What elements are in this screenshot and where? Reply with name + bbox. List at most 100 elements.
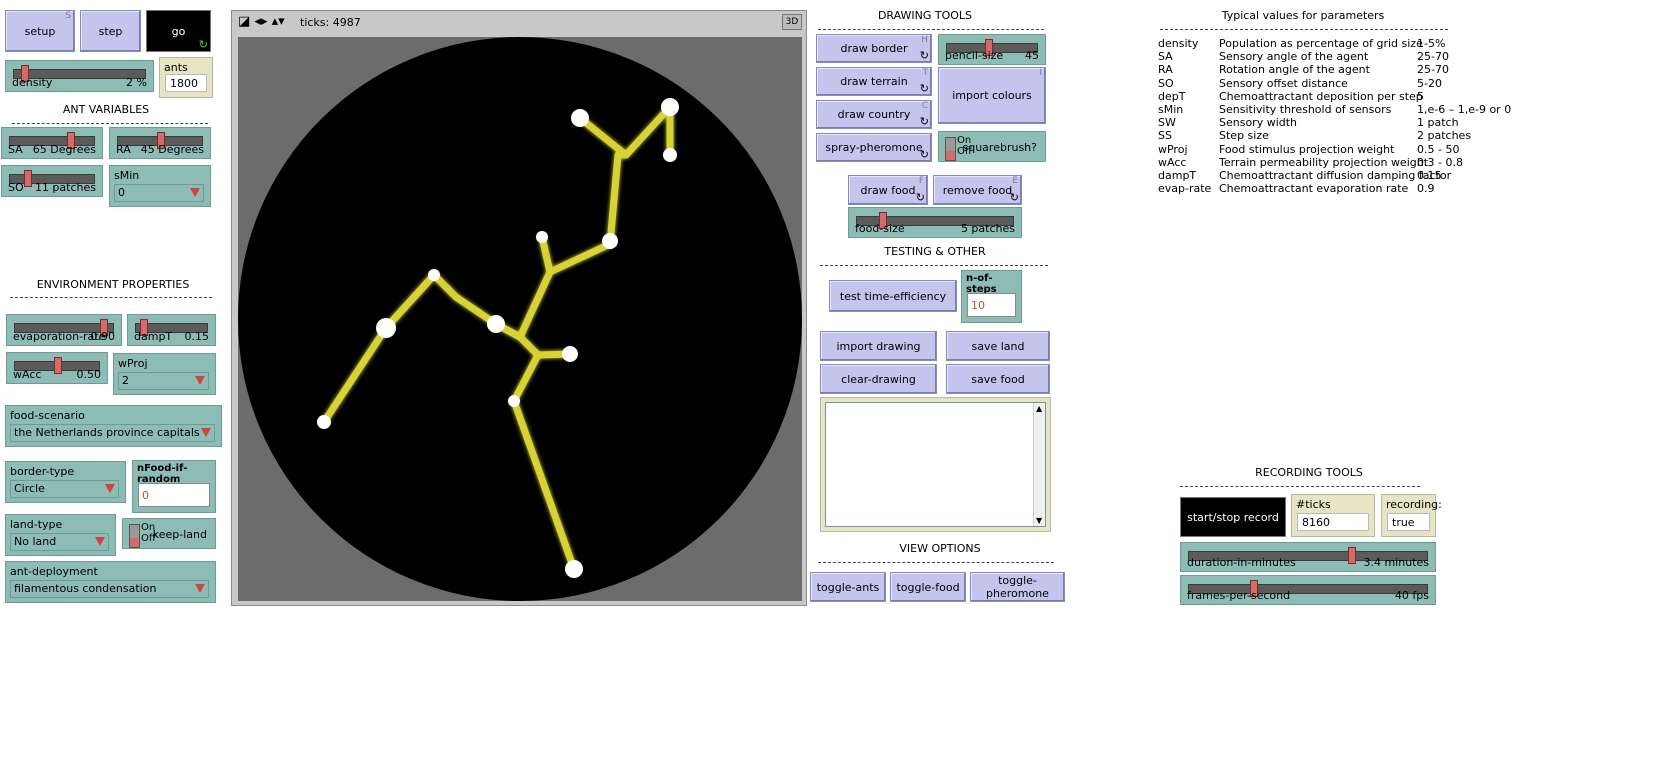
import-drawing-button[interactable]: import drawing [820, 331, 937, 361]
food-scenario-chooser[interactable]: food-scenario the Netherlands province c… [5, 405, 222, 447]
draw-border-button[interactable]: draw border H ↻ [816, 34, 932, 63]
parameter-name: SO [1158, 76, 1174, 90]
parameter-typical-value: 2 patches [1417, 129, 1472, 143]
parameter-name: dampT [1158, 168, 1197, 182]
chooser-value-box[interactable]: 2 [118, 372, 209, 390]
toggle-pheromone-button[interactable]: toggle-pheromone [970, 572, 1065, 602]
ant-deployment-chooser[interactable]: ant-deployment filamentous condensation [5, 561, 216, 603]
monitor-name: ants [164, 61, 188, 74]
parameter-description: Chemoattractant deposition per step [1219, 89, 1423, 103]
sa-slider[interactable]: SA 65 Degrees [1, 127, 103, 159]
parameter-name: SS [1158, 129, 1172, 143]
dropdown-arrow-icon [95, 537, 105, 546]
ticks-counter: ticks: 4987 [300, 16, 361, 29]
button-label: save food [971, 372, 1025, 386]
button-label: draw country [837, 108, 911, 121]
input-field[interactable]: 8160 [1297, 513, 1369, 531]
input-name: nFood-if-random [137, 463, 188, 485]
chooser-name: border-type [10, 465, 75, 478]
forever-icon: ↻ [919, 148, 929, 161]
chooser-value-box[interactable]: 0 [114, 184, 204, 202]
world-map [238, 37, 802, 601]
parameter-typical-value: 25-70 [1417, 63, 1449, 77]
frames-per-second-slider[interactable]: frames-per-second 40 fps [1180, 575, 1436, 605]
spray-pheromone-button[interactable]: spray-pheromone ↻ [816, 133, 932, 162]
nfood-if-random-input[interactable]: nFood-if-random 0 [132, 460, 216, 513]
slider-value: 0.15 [184, 330, 210, 343]
squarebrush-switch[interactable]: On Off squarebrush? [938, 131, 1046, 162]
slider-name: frames-per-second [1187, 589, 1291, 602]
step-button[interactable]: step [80, 10, 141, 52]
switch-name: squarebrush? [962, 141, 1038, 154]
wproj-chooser[interactable]: wProj 2 [113, 353, 216, 395]
ant-variables-heading: ANT VARIABLES [62, 103, 150, 116]
input-field[interactable]: 0 [138, 483, 210, 507]
import-colours-button[interactable]: import colours I [938, 67, 1046, 124]
clear-drawing-button[interactable]: clear-drawing [820, 364, 937, 394]
smin-chooser[interactable]: sMin 0 [109, 165, 211, 207]
view-toolbar: ◪ ◂▸ ▴▾ ticks: 4987 3D [232, 11, 806, 35]
forever-icon: ↻ [1009, 191, 1019, 204]
toggle-ants-button[interactable]: toggle-ants [810, 572, 886, 602]
slider-knob[interactable] [23, 170, 32, 187]
food-source [508, 395, 520, 407]
divider [1180, 486, 1420, 487]
draw-terrain-button[interactable]: draw terrain T ↻ [816, 67, 932, 96]
evaporation-rate-slider[interactable]: evaporation-rate 0.90 [6, 314, 122, 346]
draw-country-button[interactable]: draw country C ↻ [816, 100, 932, 129]
chooser-name: sMin [114, 169, 140, 182]
divider [818, 562, 1054, 563]
save-food-button[interactable]: save food [946, 364, 1050, 394]
so-slider[interactable]: SO 11 patches [1, 165, 103, 197]
3d-button[interactable]: 3D [782, 14, 802, 30]
world-canvas[interactable] [238, 37, 802, 601]
scroll-up-icon[interactable]: ▲ [1036, 404, 1042, 413]
pencil-size-slider[interactable]: pencil-size 45 [938, 34, 1046, 65]
button-label: draw terrain [840, 75, 908, 88]
view-control-icons[interactable]: ◪ ◂▸ ▴▾ [238, 15, 285, 29]
parameter-name: density [1158, 37, 1199, 50]
scrollbar[interactable]: ▲ ▼ [1033, 403, 1045, 526]
chooser-value-box[interactable]: the Netherlands province capitals [10, 424, 215, 442]
switch-toggle[interactable] [129, 524, 140, 548]
duration-in-minutes-slider[interactable]: duration-in-minutes 3.4 minutes [1180, 542, 1436, 572]
chooser-value-box[interactable]: filamentous condensation [10, 580, 209, 598]
keep-land-switch[interactable]: On Off keep-land [122, 518, 216, 549]
density-slider[interactable]: density 2 % [5, 60, 154, 92]
wacc-slider[interactable]: wAcc 0.50 [6, 352, 108, 384]
setup-button[interactable]: setup S [5, 10, 75, 52]
slider-value: 11 patches [34, 181, 96, 194]
parameter-description: Terrain permeability projection weight [1219, 155, 1429, 169]
ticks-recording-input[interactable]: #ticks recording: 8160 [1291, 494, 1375, 537]
typical-values-heading: Typical values for parameters [1221, 9, 1385, 22]
start-stop-record-button[interactable]: start/stop record [1180, 497, 1286, 537]
test-time-efficiency-button[interactable]: test time-efficiency [829, 280, 957, 312]
circular-border [238, 37, 802, 601]
n-of-steps-input[interactable]: n-of-steps 10 [961, 270, 1022, 323]
border-type-chooser[interactable]: border-type Circle [5, 461, 126, 503]
forever-icon: ↻ [919, 49, 929, 62]
toggle-food-button[interactable]: toggle-food [890, 572, 966, 602]
ra-slider[interactable]: RA 45 Degrees [109, 127, 211, 159]
save-land-button[interactable]: save land [946, 331, 1050, 361]
output-text[interactable]: ▲ ▼ [825, 402, 1046, 527]
scroll-down-icon[interactable]: ▼ [1036, 516, 1042, 525]
input-field[interactable]: 10 [967, 293, 1016, 317]
switch-toggle[interactable] [945, 137, 956, 161]
slider-knob[interactable] [54, 357, 62, 374]
chooser-value-box[interactable]: No land [10, 533, 109, 551]
slider-knob[interactable] [1347, 547, 1356, 564]
go-button[interactable]: go ↻ [146, 10, 211, 52]
output-area: ▲ ▼ [820, 397, 1051, 532]
dampt-slider[interactable]: dampT 0.15 [127, 314, 216, 346]
remove-food-button[interactable]: remove food E ↻ [933, 175, 1022, 205]
food-source [536, 231, 548, 243]
land-type-chooser[interactable]: land-type No land [5, 514, 116, 556]
forever-icon: ↻ [198, 38, 208, 51]
chooser-value-box[interactable]: Circle [10, 480, 119, 498]
draw-food-button[interactable]: draw food F ↻ [848, 175, 928, 205]
parameter-typical-value: 1-5% [1417, 37, 1446, 50]
food-size-slider[interactable]: food-size 5 patches [848, 207, 1022, 238]
button-label: toggle-ants [816, 580, 880, 594]
food-source [571, 109, 589, 127]
